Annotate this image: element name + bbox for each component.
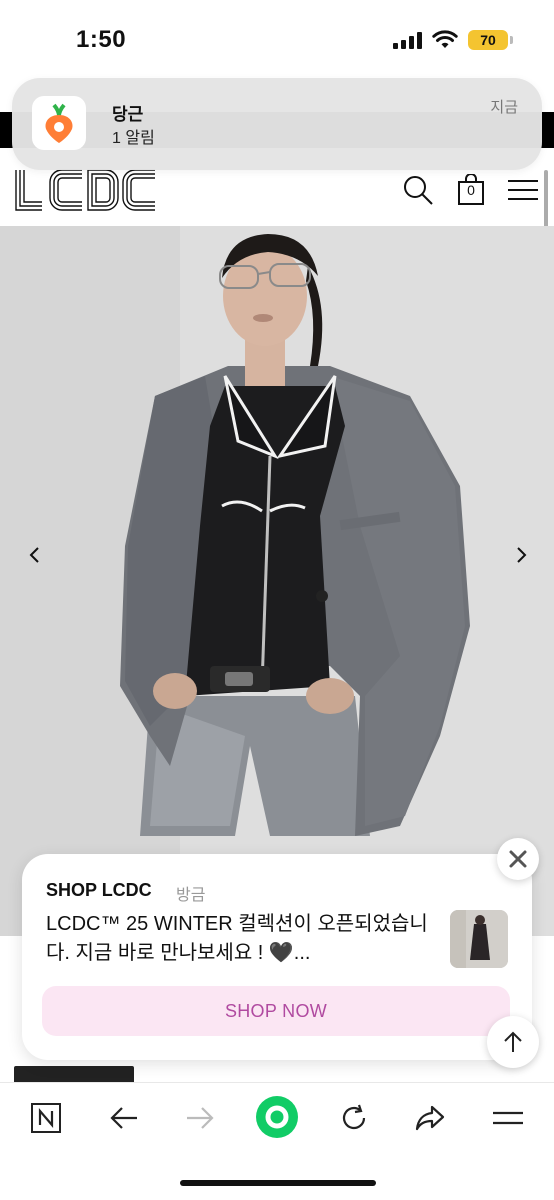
reload-icon[interactable] <box>334 1098 374 1138</box>
arrow-up-icon <box>504 1031 522 1052</box>
scroll-to-top-button[interactable] <box>487 1016 539 1068</box>
naver-home-icon[interactable] <box>26 1098 66 1138</box>
notification-time: 지금 <box>490 99 518 116</box>
cart-count: 0 <box>467 182 475 198</box>
chevron-left-icon[interactable] <box>24 544 46 566</box>
close-icon[interactable] <box>497 838 539 880</box>
promo-popup[interactable]: SHOP LCDC 방금 LCDC™ 25 WINTER 컬렉션이 오픈되었습니… <box>22 854 532 1060</box>
cellular-signal-icon <box>393 31 422 49</box>
battery-icon: 70 <box>468 30 513 50</box>
green-dot-icon[interactable] <box>254 1094 300 1140</box>
shop-now-button[interactable]: SHOP NOW <box>42 986 510 1036</box>
status-bar: 1:50 70 <box>0 0 554 80</box>
forward-arrow-icon[interactable] <box>180 1098 220 1138</box>
wifi-icon <box>432 30 458 48</box>
status-icons: 70 <box>393 30 513 50</box>
hero-model-photo <box>0 226 554 936</box>
push-notification[interactable]: 당근 1 알림 지금 <box>12 78 542 170</box>
notification-app-name: 당근 <box>112 105 144 124</box>
hamburger-menu-icon[interactable] <box>506 178 540 202</box>
share-icon[interactable] <box>410 1098 450 1138</box>
hero-carousel[interactable] <box>0 226 554 936</box>
back-arrow-icon[interactable] <box>104 1098 144 1138</box>
lcdc-logo[interactable] <box>12 166 157 214</box>
carrot-app-icon <box>32 96 86 150</box>
shopping-bag-button[interactable]: 0 <box>456 174 486 206</box>
search-icon[interactable] <box>402 174 434 206</box>
home-indicator[interactable] <box>180 1180 376 1186</box>
battery-level: 70 <box>480 32 496 48</box>
notification-body: 1 알림 <box>112 130 155 147</box>
status-time: 1:50 <box>76 26 127 53</box>
popup-message: LCDC™ 25 WINTER 컬렉션이 오픈되었습니다. 지금 바로 만나보세… <box>46 913 428 964</box>
menu-icon[interactable] <box>488 1098 528 1138</box>
popup-source: SHOP LCDC <box>46 880 152 900</box>
popup-time: 방금 <box>176 887 206 904</box>
popup-thumbnail <box>450 910 508 968</box>
chevron-right-icon[interactable] <box>510 544 532 566</box>
